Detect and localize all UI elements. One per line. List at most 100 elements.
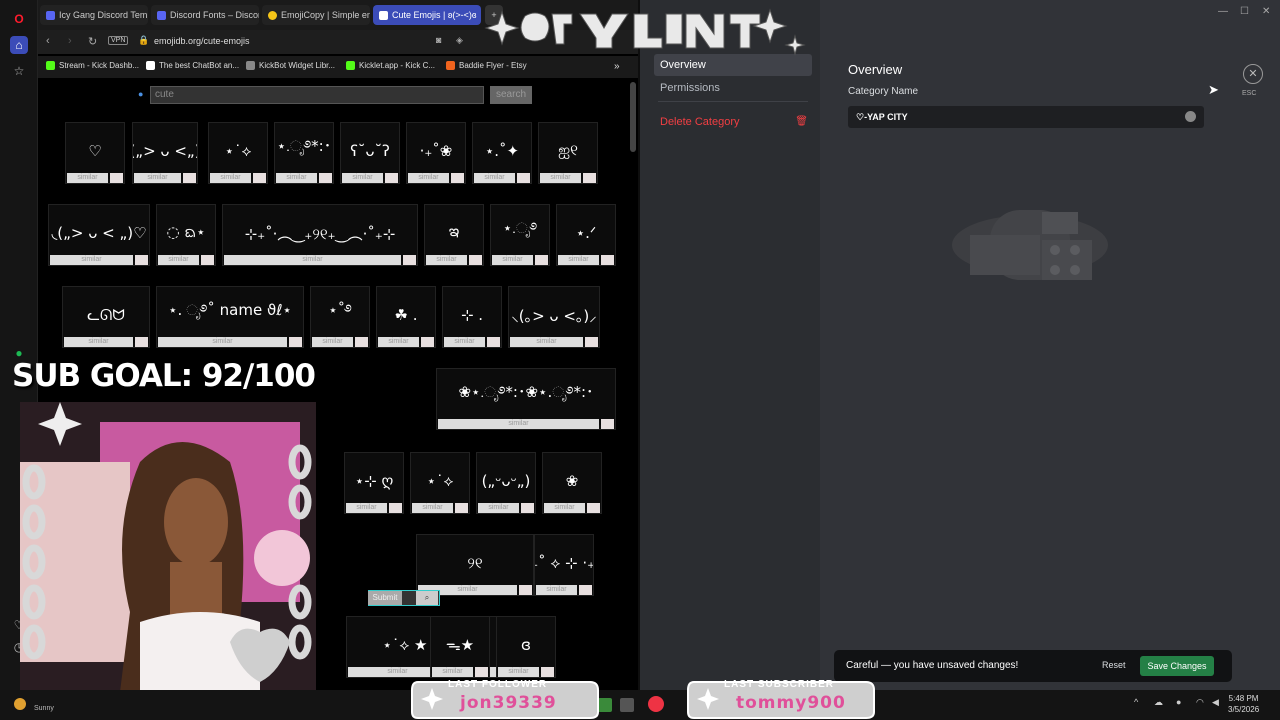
reset-button[interactable]: Reset — [1102, 660, 1126, 670]
emoji-text[interactable]: ‧₊˚ ⟡ ⊹ ‧₊˚ — [535, 535, 593, 591]
maximize-icon[interactable]: ☐ — [1240, 6, 1249, 17]
emoji-card[interactable]: ⋆˙⟡ similar — [208, 122, 268, 184]
copy-icon[interactable] — [541, 667, 554, 677]
reload-icon[interactable]: ↻ — [88, 35, 97, 48]
similar-button[interactable]: similar — [276, 173, 317, 183]
copy-icon[interactable] — [517, 173, 530, 183]
emoji-card[interactable]: ఇ similar — [424, 204, 484, 266]
search-input[interactable]: cute — [150, 86, 484, 104]
copy-icon[interactable] — [519, 585, 532, 595]
lock-icon[interactable]: 🔒 — [138, 35, 149, 46]
emoji-card[interactable]: ᓚᘏᗢ similar — [62, 286, 150, 348]
bookmark-item[interactable]: The best ChatBot an... — [146, 61, 239, 71]
copy-icon[interactable] — [587, 503, 600, 513]
chevron-up-icon[interactable]: ^ — [1134, 697, 1138, 707]
tab[interactable]: EmojiCopy | Simple emoj — [262, 5, 370, 25]
vpn-badge[interactable]: VPN — [108, 36, 129, 45]
emoji-card[interactable]: ⊹ . similar — [442, 286, 502, 348]
more-bookmarks-icon[interactable]: » — [614, 61, 620, 72]
save-changes-button[interactable]: Save Changes — [1140, 656, 1214, 676]
similar-button[interactable]: similar — [64, 337, 133, 347]
emoji-text[interactable]: ♡ — [66, 123, 124, 179]
similar-button[interactable]: similar — [67, 173, 108, 183]
emoji-card[interactable]: ◌ ᨳ⋆ similar — [156, 204, 216, 266]
bookmark-item[interactable]: Baddie Flyer - Etsy — [446, 61, 527, 71]
copy-icon[interactable] — [535, 255, 548, 265]
emoji-picker-icon[interactable] — [1185, 111, 1196, 122]
similar-button[interactable]: similar — [158, 255, 199, 265]
similar-button[interactable]: similar — [412, 503, 453, 513]
emoji-card[interactable]: ⸜(｡> ᴗ <｡)⸝ similar — [508, 286, 600, 348]
app-icon[interactable] — [620, 698, 634, 712]
url-text[interactable]: emojidb.org/cute-emojis — [154, 36, 250, 46]
similar-button[interactable]: similar — [378, 337, 419, 347]
emoji-text[interactable]: ⋆.˚✦ — [473, 123, 531, 179]
copy-icon[interactable] — [487, 337, 500, 347]
similar-button[interactable]: similar — [50, 255, 133, 265]
similar-button[interactable]: similar — [408, 173, 449, 183]
copy-icon[interactable] — [469, 255, 482, 265]
emoji-card[interactable]: ☘︎ . similar — [376, 286, 436, 348]
emoji-text[interactable]: ⊹ . — [443, 287, 501, 343]
similar-button[interactable]: similar — [544, 503, 585, 513]
emoji-card[interactable]: ୨୧ similar — [416, 534, 534, 596]
microphone-icon[interactable]: ● — [1176, 697, 1181, 707]
minimize-icon[interactable]: — — [1218, 6, 1228, 17]
page-scrollbar[interactable] — [630, 82, 636, 152]
home-icon[interactable]: ⌂ — [10, 36, 28, 54]
copy-icon[interactable] — [201, 255, 214, 265]
copy-icon[interactable] — [403, 255, 416, 265]
emoji-card[interactable]: ɞ similar — [496, 616, 556, 678]
window-close-icon[interactable]: ✕ — [1262, 6, 1270, 17]
category-name-input[interactable]: ♡-YAP CITY — [848, 106, 1204, 128]
emoji-card[interactable]: („ᵕᴗᵕ„) similar — [476, 452, 536, 514]
emoji-card[interactable]: ⋆˚࿔ similar — [310, 286, 370, 348]
emoji-card[interactable]: ♡ similar — [65, 122, 125, 184]
emoji-card[interactable]: ᯓ★ similar — [430, 616, 490, 678]
emoji-card[interactable]: ⋆˙⟡ similar — [410, 452, 470, 514]
emoji-card[interactable]: ❀ similar — [542, 452, 602, 514]
back-icon[interactable]: ‹ — [46, 35, 50, 47]
emoji-card[interactable]: ❀⋆.ೃ࿔*:･❀⋆.ೃ࿔*:･ similar — [436, 368, 616, 430]
copy-icon[interactable] — [475, 667, 488, 677]
emoji-card[interactable]: ⊹₊˚‧︵‿₊୨୧₊‿︵‧˚₊⊹ similar — [222, 204, 418, 266]
similar-button[interactable]: similar — [210, 173, 251, 183]
forward-icon[interactable]: › — [68, 35, 72, 47]
emoji-card[interactable]: ◟(„> ᴗ < „)♡ similar — [48, 204, 150, 266]
emoji-text[interactable]: ☘︎ . — [377, 287, 435, 343]
emoji-text[interactable]: ⋆⊹ ღ — [345, 453, 403, 509]
emoji-card[interactable]: ‧₊˚ ⟡ ⊹ ‧₊˚similar — [534, 534, 594, 596]
similar-button[interactable]: similar — [444, 337, 485, 347]
emoji-text[interactable]: ⋆˚࿔ — [311, 287, 369, 343]
close-icon[interactable]: ✕ — [1243, 64, 1263, 84]
emoji-card[interactable]: ‧₊˚❀ similar — [406, 122, 466, 184]
emoji-text[interactable]: („> ᴗ <„) — [133, 123, 197, 179]
emoji-text[interactable]: ʕ˘ᴗ˘ʔ — [341, 123, 399, 179]
similar-button[interactable]: similar — [342, 173, 383, 183]
similar-button[interactable]: similar — [478, 503, 519, 513]
cloud-icon[interactable]: ☁ — [1154, 697, 1163, 708]
copy-icon[interactable] — [601, 419, 614, 429]
similar-button[interactable]: similar — [438, 419, 599, 429]
opera-logo-icon[interactable]: O — [10, 10, 28, 28]
emoji-card[interactable]: ʕ˘ᴗ˘ʔ similar — [340, 122, 400, 184]
emoji-text[interactable]: ⋆.ೃ࿔ — [491, 205, 549, 261]
emoji-text[interactable]: ⸜(｡> ᴗ <｡)⸝ — [509, 287, 599, 343]
wifi-icon[interactable]: ◠ — [1196, 697, 1204, 708]
similar-button[interactable]: similar — [224, 255, 401, 265]
emoji-text[interactable]: ❀ — [543, 453, 601, 509]
copy-icon[interactable] — [455, 503, 468, 513]
emoji-text[interactable]: („ᵕᴗᵕ„) — [477, 453, 535, 509]
similar-button[interactable]: similar — [312, 337, 353, 347]
tab[interactable]: Discord Fonts – Discord f — [151, 5, 259, 25]
app-icon[interactable] — [598, 698, 612, 712]
weather-icon[interactable] — [14, 698, 26, 710]
copy-icon[interactable] — [289, 337, 302, 347]
copy-icon[interactable] — [389, 503, 402, 513]
copy-icon[interactable] — [421, 337, 434, 347]
similar-button[interactable]: similar — [536, 585, 577, 595]
similar-button[interactable]: similar — [426, 255, 467, 265]
emoji-card[interactable]: ⋆. ೃ࿔˚ name ϑℓ⋆ similar — [156, 286, 304, 348]
bookmark-item[interactable]: Kicklet.app - Kick C... — [346, 61, 435, 71]
bookmark-star-icon[interactable]: ☆ — [10, 62, 28, 80]
